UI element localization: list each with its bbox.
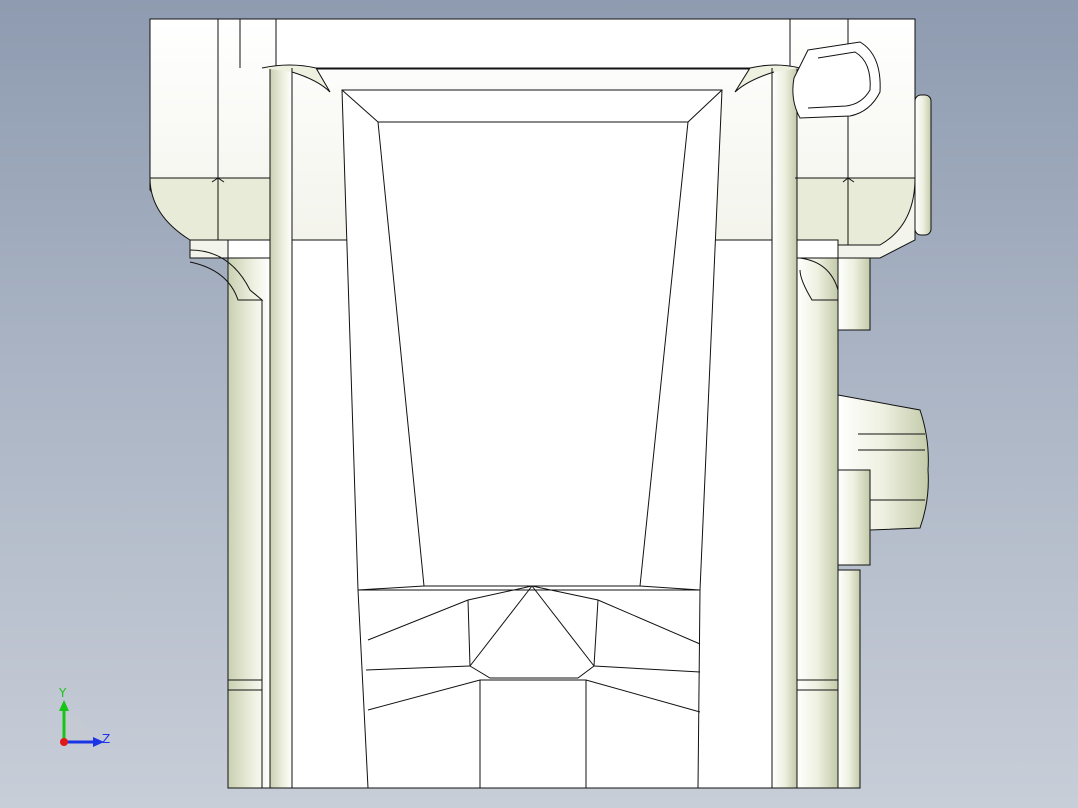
right-step (837, 569, 861, 789)
right-boss-upper (837, 257, 871, 331)
left-inner-wall (269, 67, 293, 789)
graphics-viewport[interactable]: Y Z (0, 0, 1078, 808)
right-inner-wall (771, 67, 798, 789)
bore-taper-inner (377, 121, 689, 587)
right-boss-low (837, 469, 871, 566)
y-axis-label: Y (59, 686, 67, 700)
left-side-shade (227, 257, 271, 789)
right-side-shade (796, 257, 839, 789)
top-bore-band (275, 18, 791, 70)
right-boss-top (914, 94, 932, 236)
origin-dot (60, 738, 68, 746)
coordinate-triad: Y Z (50, 684, 120, 754)
cad-model-view[interactable] (0, 0, 1078, 808)
left-flange-fillet (149, 177, 271, 241)
z-axis-label: Z (102, 732, 111, 746)
